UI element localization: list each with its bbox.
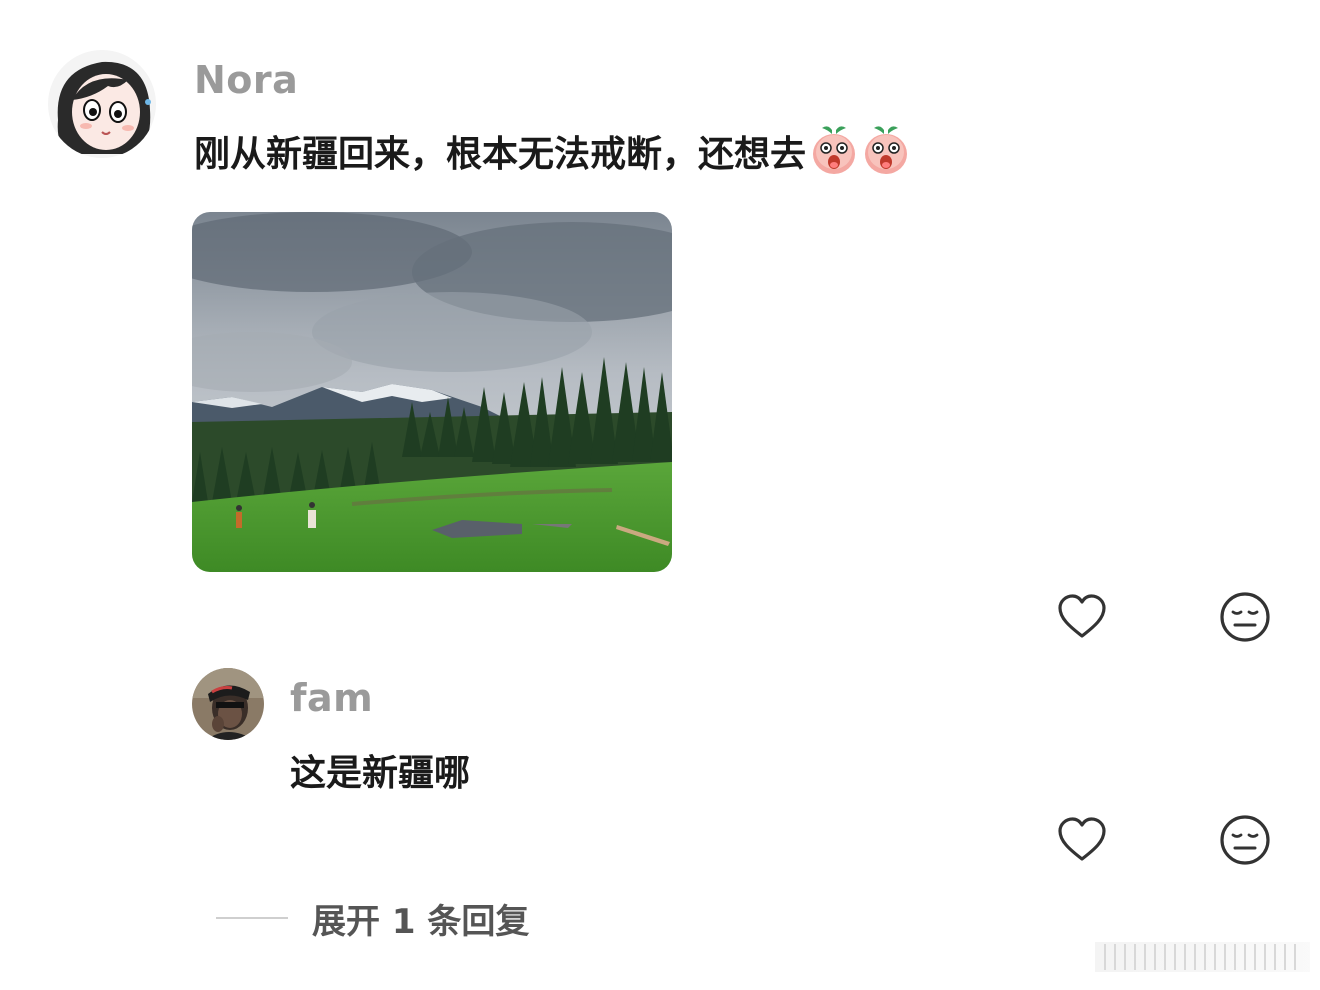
meh-face-icon[interactable] [1218,590,1272,644]
heart-icon[interactable] [1055,590,1109,644]
avatar-fam[interactable] [192,668,264,740]
reply-text: 这是新疆哪 [290,753,471,794]
cartoon-girl-icon [48,50,156,158]
peach-surprised-emoji-icon [810,124,858,176]
watermark-stripes-icon [1095,942,1310,972]
comment-username[interactable]: Nora [194,58,298,102]
faded-meta-2 [290,818,720,858]
comment-thread: Nora 刚从新疆回来，根本无法戒断，还想去 fam 这是新疆哪 展开 1 条回… [0,0,1320,990]
comment-photo[interactable] [192,212,672,572]
faded-meta-1 [192,595,482,635]
expand-divider [216,917,288,919]
expand-replies[interactable]: 展开 1 条回复 [216,893,529,943]
peach-surprised-emoji-icon [862,124,910,176]
grassland-photo-icon [192,212,672,572]
avatar-nora[interactable] [48,50,156,158]
user-photo-icon [192,668,264,740]
comment-text-content: 刚从新疆回来，根本无法戒断，还想去 [194,134,807,175]
heart-icon[interactable] [1055,813,1109,867]
reply-username[interactable]: fam [290,676,373,720]
meh-face-icon[interactable] [1218,813,1272,867]
expand-replies-label[interactable]: 展开 1 条回复 [312,894,529,943]
comment-text: 刚从新疆回来，根本无法戒断，还想去 [194,124,910,177]
